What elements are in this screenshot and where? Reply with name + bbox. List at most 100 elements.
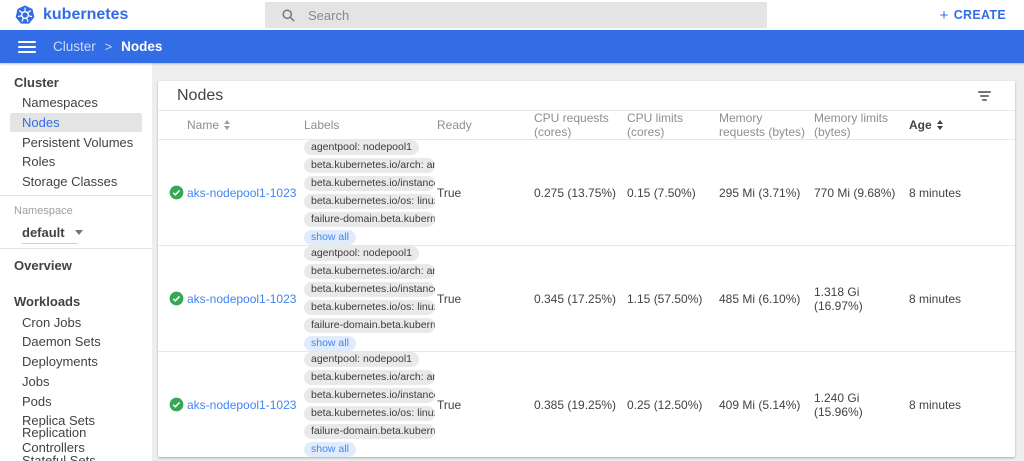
status-ok-icon bbox=[169, 397, 184, 412]
table-body: aks-nodepool1-10230590-vm... agentpool: … bbox=[158, 140, 1015, 457]
card-title-row: Nodes bbox=[158, 81, 1015, 111]
namespace-label: Namespace bbox=[0, 204, 152, 217]
main-panel: Nodes Name Labels Ready CPU requests (co… bbox=[152, 63, 1024, 461]
cpu-requests-cell: 0.345 (17.25%) bbox=[534, 292, 627, 306]
brand-title: kubernetes bbox=[43, 6, 128, 24]
sidebar-item-pods[interactable]: Pods bbox=[0, 391, 152, 411]
dropdown-caret-icon bbox=[75, 230, 83, 235]
label-chip: beta.kubernetes.io/os: linux bbox=[304, 406, 435, 421]
sidebar-item-daemon-sets[interactable]: Daemon Sets bbox=[0, 332, 152, 352]
memory-requests-cell: 295 Mi (3.71%) bbox=[719, 186, 814, 200]
memory-limits-cell: 770 Mi (9.68%) bbox=[814, 186, 909, 200]
show-all-button[interactable]: show all bbox=[304, 230, 356, 245]
content-area: Cluster Namespaces Nodes Persistent Volu… bbox=[0, 63, 1024, 461]
search-input[interactable] bbox=[308, 8, 767, 23]
label-chip: agentpool: nodepool1 bbox=[304, 246, 419, 261]
column-header-ready: Ready bbox=[437, 118, 534, 132]
search-bar[interactable] bbox=[265, 2, 767, 28]
labels-cell: agentpool: nodepool1 beta.kubernetes.io/… bbox=[304, 246, 437, 351]
node-name-cell: aks-nodepool1-10230590-vm... bbox=[158, 397, 304, 412]
breadcrumb-separator: > bbox=[105, 40, 112, 54]
ready-cell: True bbox=[437, 292, 534, 306]
column-header-cpu-limits: CPU limits (cores) bbox=[627, 111, 719, 139]
age-cell: 8 minutes bbox=[909, 186, 1015, 200]
memory-limits-cell: 1.318 Gi (16.97%) bbox=[814, 285, 909, 313]
plus-icon: + bbox=[940, 8, 949, 23]
column-header-name[interactable]: Name bbox=[158, 118, 304, 132]
table-row: aks-nodepool1-10230590-vm... agentpool: … bbox=[158, 352, 1015, 457]
label-chip: beta.kubernetes.io/os: linux bbox=[304, 194, 435, 209]
kubernetes-brand[interactable]: kubernetes bbox=[0, 5, 128, 25]
cpu-requests-cell: 0.275 (13.75%) bbox=[534, 186, 627, 200]
menu-icon[interactable] bbox=[18, 41, 36, 53]
sidebar-item-deployments[interactable]: Deployments bbox=[0, 352, 152, 372]
cpu-requests-cell: 0.385 (19.25%) bbox=[534, 398, 627, 412]
sidebar-item-jobs[interactable]: Jobs bbox=[0, 372, 152, 392]
label-chip: failure-domain.beta.kubernet.. bbox=[304, 424, 435, 439]
label-chip: beta.kubernetes.io/instance-t. bbox=[304, 282, 435, 297]
sidebar-header-workloads[interactable]: Workloads bbox=[0, 290, 152, 312]
sidebar-item-namespaces[interactable]: Namespaces bbox=[0, 93, 152, 113]
age-cell: 8 minutes bbox=[909, 292, 1015, 306]
ready-cell: True bbox=[437, 186, 534, 200]
node-name-link[interactable]: aks-nodepool1-10230590-vm... bbox=[187, 292, 296, 306]
labels-cell: agentpool: nodepool1 beta.kubernetes.io/… bbox=[304, 352, 437, 457]
label-chip: failure-domain.beta.kubernet.. bbox=[304, 212, 435, 227]
label-chip: failure-domain.beta.kubernet.. bbox=[304, 318, 435, 333]
sidebar-item-persistent-volumes[interactable]: Persistent Volumes bbox=[0, 132, 152, 152]
create-button-label: CREATE bbox=[954, 8, 1006, 22]
table-header-row: Name Labels Ready CPU requests (cores) C… bbox=[158, 111, 1015, 140]
create-button[interactable]: + CREATE bbox=[940, 8, 1006, 23]
column-header-memory-requests: Memory requests (bytes) bbox=[719, 111, 814, 139]
sidebar-item-storage-classes[interactable]: Storage Classes bbox=[0, 172, 152, 192]
node-name-cell: aks-nodepool1-10230590-vm... bbox=[158, 185, 304, 200]
top-app-bar: kubernetes + CREATE bbox=[0, 0, 1024, 30]
breadcrumb-cluster-link[interactable]: Cluster bbox=[53, 39, 96, 54]
age-cell: 8 minutes bbox=[909, 398, 1015, 412]
nodes-card: Nodes Name Labels Ready CPU requests (co… bbox=[158, 81, 1015, 457]
show-all-button[interactable]: show all bbox=[304, 336, 356, 351]
namespace-selected-value: default bbox=[22, 225, 65, 240]
label-chip: beta.kubernetes.io/arch: amd. bbox=[304, 264, 435, 279]
memory-requests-cell: 485 Mi (6.10%) bbox=[719, 292, 814, 306]
status-ok-icon bbox=[169, 185, 184, 200]
status-ok-icon bbox=[169, 291, 184, 306]
column-header-labels: Labels bbox=[304, 118, 437, 132]
kubernetes-logo-icon bbox=[15, 5, 35, 25]
sidebar-item-overview[interactable]: Overview bbox=[0, 254, 152, 276]
label-chip: beta.kubernetes.io/os: linux bbox=[304, 300, 435, 315]
node-name-link[interactable]: aks-nodepool1-10230590-vm... bbox=[187, 186, 296, 200]
namespace-select[interactable]: default bbox=[22, 222, 78, 244]
breadcrumb-bar: Cluster > Nodes bbox=[0, 30, 1024, 63]
label-chip: agentpool: nodepool1 bbox=[304, 352, 419, 367]
sidebar-nav: Cluster Namespaces Nodes Persistent Volu… bbox=[0, 63, 152, 461]
label-chip: beta.kubernetes.io/instance-t. bbox=[304, 176, 435, 191]
sidebar-divider bbox=[0, 248, 152, 249]
label-chip: agentpool: nodepool1 bbox=[304, 140, 419, 155]
column-header-age[interactable]: Age bbox=[909, 118, 1015, 132]
labels-cell: agentpool: nodepool1 beta.kubernetes.io/… bbox=[304, 140, 437, 245]
search-icon bbox=[281, 8, 296, 23]
column-header-cpu-requests: CPU requests (cores) bbox=[534, 111, 627, 139]
filter-icon[interactable] bbox=[974, 87, 995, 105]
memory-limits-cell: 1.240 Gi (15.96%) bbox=[814, 391, 909, 419]
label-chip: beta.kubernetes.io/arch: amd. bbox=[304, 370, 435, 385]
show-all-button[interactable]: show all bbox=[304, 442, 356, 457]
cpu-limits-cell: 0.15 (7.50%) bbox=[627, 186, 719, 200]
sidebar-item-roles[interactable]: Roles bbox=[0, 152, 152, 172]
cpu-limits-cell: 0.25 (12.50%) bbox=[627, 398, 719, 412]
sidebar-item-cron-jobs[interactable]: Cron Jobs bbox=[0, 312, 152, 332]
label-chip: beta.kubernetes.io/instance-t. bbox=[304, 388, 435, 403]
table-row: aks-nodepool1-10230590-vm... agentpool: … bbox=[158, 246, 1015, 352]
sort-active-icon bbox=[937, 120, 943, 130]
label-chip: beta.kubernetes.io/arch: amd. bbox=[304, 158, 435, 173]
sidebar-item-replication-controllers[interactable]: Replication Controllers bbox=[0, 431, 152, 451]
node-name-cell: aks-nodepool1-10230590-vm... bbox=[158, 291, 304, 306]
sidebar-item-nodes[interactable]: Nodes bbox=[10, 113, 142, 133]
node-name-link[interactable]: aks-nodepool1-10230590-vm... bbox=[187, 398, 296, 412]
sort-icon bbox=[224, 120, 230, 130]
sidebar-divider bbox=[0, 195, 152, 196]
column-header-memory-limits: Memory limits (bytes) bbox=[814, 111, 909, 139]
sidebar-header-cluster[interactable]: Cluster bbox=[0, 71, 152, 93]
breadcrumb-current-page: Nodes bbox=[121, 39, 162, 54]
